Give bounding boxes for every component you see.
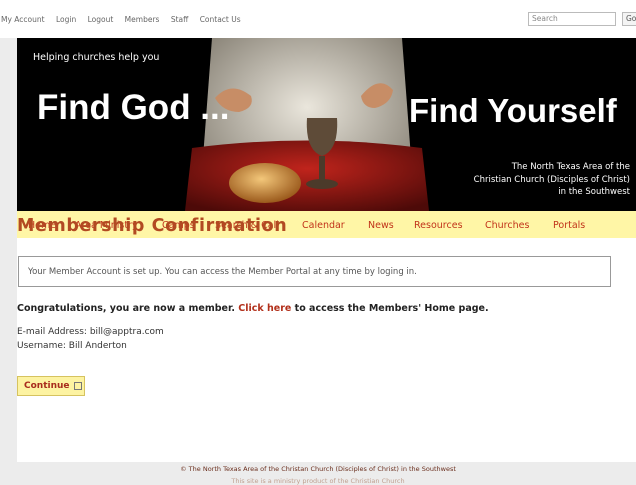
search-go-button[interactable]: Go	[622, 12, 636, 26]
continue-button[interactable]: Continue	[17, 376, 85, 396]
footer-second-line: This site is a ministry product of the C…	[231, 477, 405, 485]
top-link-my-account[interactable]: My Account	[1, 15, 45, 24]
nav-item-portals[interactable]: Portals	[553, 220, 585, 231]
external-link-icon	[73, 381, 82, 390]
banner-credit-line-3: in the Southwest	[558, 187, 630, 197]
username: Username: Bill Anderton	[17, 341, 127, 351]
members-home-link[interactable]: Click here	[238, 303, 291, 314]
congrats-text: Congratulations, you are now a member.	[17, 303, 235, 314]
banner-headline-left: Find God ...	[37, 88, 230, 127]
nav-item-calendar[interactable]: Calendar	[302, 220, 345, 231]
nav-item-resources[interactable]: Resources	[414, 220, 463, 231]
chalice-base	[306, 179, 338, 189]
top-link-staff[interactable]: Staff	[171, 15, 188, 24]
bread-loaf	[229, 163, 301, 203]
continue-label: Continue	[24, 381, 70, 391]
footer-copyright: © The North Texas Area of the Christan C…	[180, 465, 456, 473]
account-notice: Your Member Account is set up. You can a…	[18, 256, 611, 287]
top-link-logout[interactable]: Logout	[88, 15, 114, 24]
header-banner: Helping churches help you Find God ... F…	[17, 38, 636, 211]
table-cloth	[185, 140, 429, 211]
banner-tagline: Helping churches help you	[33, 52, 160, 63]
banner-headline-right: Find Yourself	[409, 92, 617, 129]
top-link-login[interactable]: Login	[56, 15, 76, 24]
banner-credit: The North Texas Area of the Christian Ch…	[474, 161, 630, 199]
top-link-contact-us[interactable]: Contact Us	[200, 15, 241, 24]
search-input[interactable]: Search	[528, 12, 616, 26]
email-address: E-mail Address: bill@apptra.com	[17, 327, 164, 337]
congrats-message: Congratulations, you are now a member. C…	[17, 303, 489, 314]
content-area: Helping churches help you Find God ... F…	[17, 38, 636, 462]
footer: © The North Texas Area of the Christan C…	[0, 462, 636, 485]
top-links: My Account Login Logout Members Staff Co…	[1, 15, 250, 24]
top-bar: My Account Login Logout Members Staff Co…	[0, 0, 636, 38]
top-link-members[interactable]: Members	[125, 15, 160, 24]
banner-credit-line-2: Christian Church (Disciples of Christ)	[473, 174, 630, 185]
nav-item-churches[interactable]: Churches	[485, 220, 529, 231]
chalice-stem	[319, 156, 325, 180]
banner-credit-line-1: The North Texas Area of the	[511, 162, 630, 172]
congrats-text-after: to access the Members' Home page.	[294, 303, 489, 314]
nav-item-news[interactable]: News	[368, 220, 394, 231]
page-title: Membership Confirmation	[17, 216, 288, 236]
